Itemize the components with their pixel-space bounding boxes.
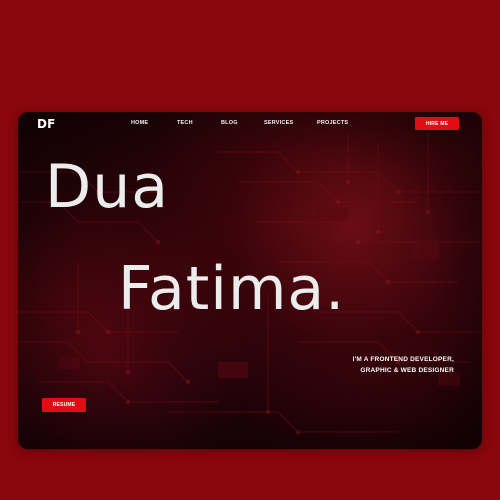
page-background: DF HOME TECH BLOG SERVICES PROJECTS HIRE… bbox=[0, 0, 500, 500]
nav-projects[interactable]: PROJECTS bbox=[317, 120, 348, 126]
top-navigation-bar: DF HOME TECH BLOG SERVICES PROJECTS HIRE… bbox=[18, 112, 482, 138]
nav-blog[interactable]: BLOG bbox=[221, 120, 238, 126]
hero-first-name: Dua bbox=[45, 152, 169, 222]
hero-last-name: Fatima. bbox=[118, 254, 346, 324]
nav-home[interactable]: HOME bbox=[131, 120, 148, 126]
resume-button[interactable]: RESUME bbox=[42, 398, 86, 412]
tagline-line-1: I'M A FRONTEND DEVELOPER, bbox=[352, 356, 454, 363]
tagline-line-2: GRAPHIC & WEB DESIGNER bbox=[360, 366, 454, 374]
site-logo[interactable]: DF bbox=[37, 117, 56, 131]
hero-tagline: I'M A FRONTEND DEVELOPER, GRAPHIC & WEB … bbox=[353, 355, 454, 376]
hire-me-button[interactable]: HIRE ME bbox=[415, 117, 459, 130]
nav-tech[interactable]: TECH bbox=[177, 120, 193, 126]
nav-services[interactable]: SERVICES bbox=[264, 120, 293, 126]
website-preview-frame: DF HOME TECH BLOG SERVICES PROJECTS HIRE… bbox=[18, 112, 482, 449]
